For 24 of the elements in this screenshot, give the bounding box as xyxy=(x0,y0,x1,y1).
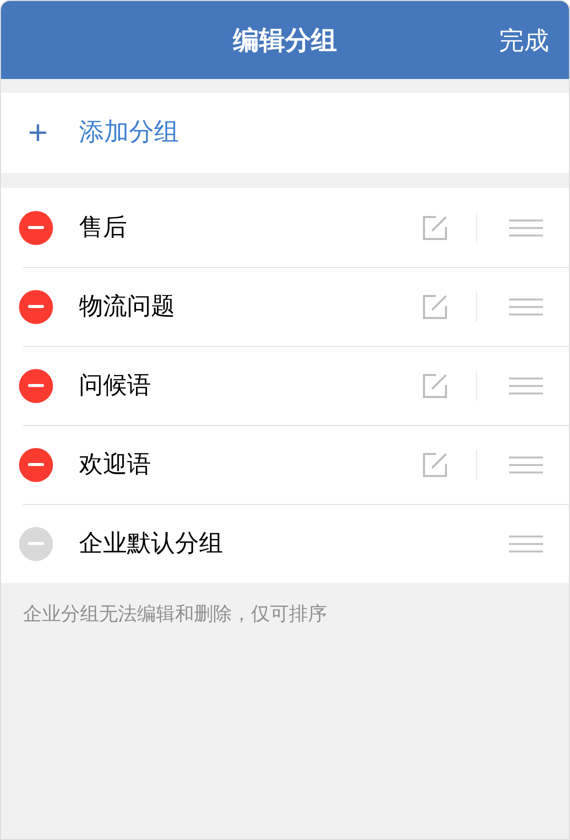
group-name: 物流问题 xyxy=(79,292,176,322)
plus-icon: + xyxy=(1,116,79,150)
delete-icon[interactable] xyxy=(19,368,53,402)
done-button[interactable]: 完成 xyxy=(499,23,549,60)
header-title: 编辑分组 xyxy=(233,24,337,56)
group-name: 问候语 xyxy=(79,370,152,400)
drag-handle-icon[interactable] xyxy=(509,456,543,474)
delete-icon[interactable] xyxy=(19,210,53,244)
drag-handle-icon[interactable] xyxy=(509,376,543,394)
delete-icon[interactable] xyxy=(19,448,53,482)
edit-icon[interactable] xyxy=(422,452,448,478)
group-name: 欢迎语 xyxy=(79,450,152,480)
drag-handle-icon[interactable] xyxy=(509,298,543,316)
edit-icon[interactable] xyxy=(422,214,448,240)
edit-icon[interactable] xyxy=(422,372,448,398)
delete-icon[interactable] xyxy=(19,290,53,324)
add-group-label: 添加分组 xyxy=(79,117,179,148)
group-name: 企业默认分组 xyxy=(79,528,224,558)
drag-handle-icon[interactable] xyxy=(509,534,543,552)
group-name: 售后 xyxy=(79,212,128,242)
drag-handle-icon[interactable] xyxy=(509,218,543,236)
edit-icon[interactable] xyxy=(422,294,448,320)
footer-note: 企业分组无法编辑和删除，仅可排序 xyxy=(22,603,328,627)
add-group-row[interactable]: + 添加分组 xyxy=(1,93,569,173)
